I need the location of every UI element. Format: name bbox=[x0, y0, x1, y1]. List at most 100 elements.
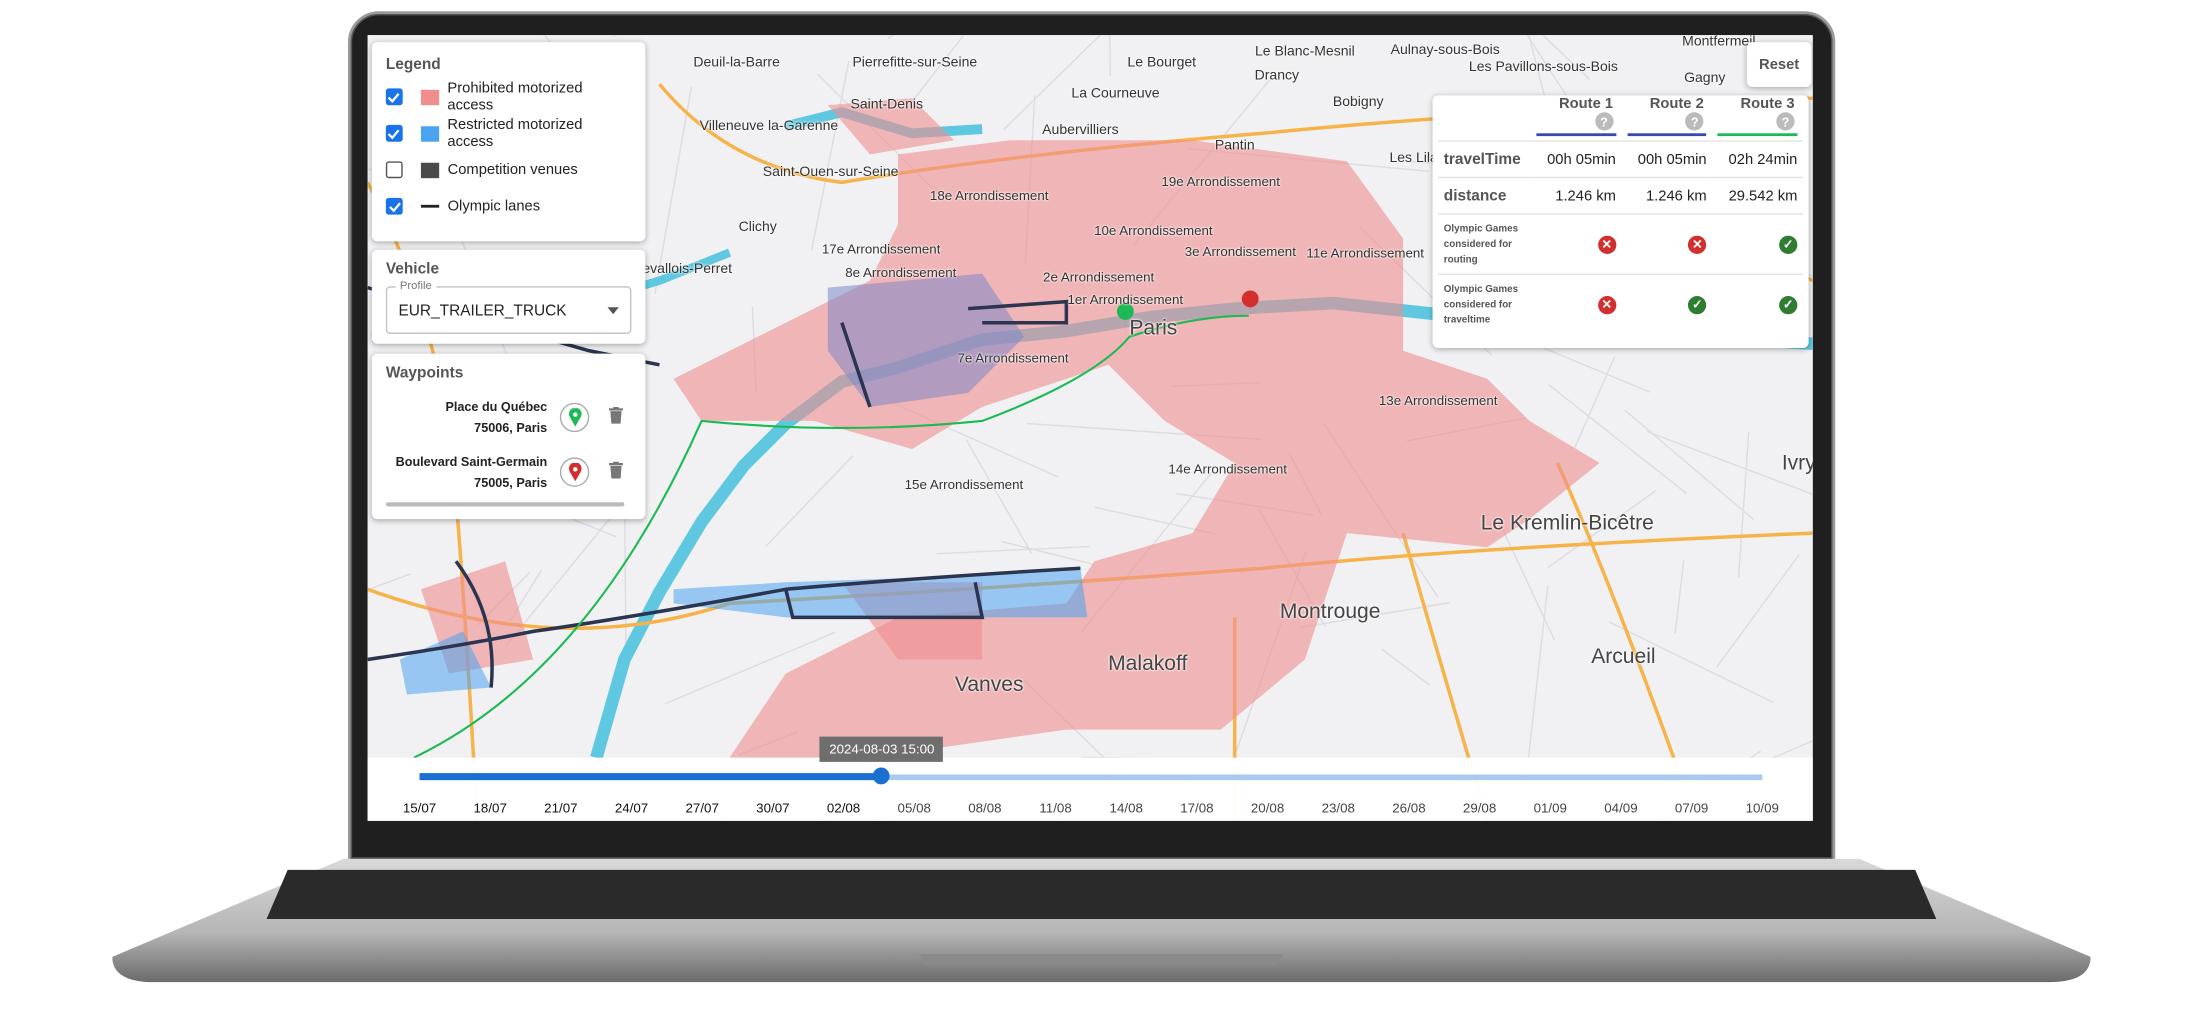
map-label-montrouge: Montrouge bbox=[1280, 600, 1381, 624]
timeline-panel bbox=[368, 758, 1813, 821]
route-name: Route 2 bbox=[1650, 95, 1704, 112]
map-label-vanves: Vanves bbox=[955, 673, 1024, 697]
map-label-a7: 7e Arrondissement bbox=[957, 351, 1068, 366]
route-column-header[interactable]: Route 2 ? bbox=[1622, 95, 1713, 141]
legend-checkbox[interactable] bbox=[386, 198, 403, 215]
profile-value: EUR_TRAILER_TRUCK bbox=[398, 303, 566, 320]
legend-label: Competition venues bbox=[448, 161, 578, 178]
table-row: travelTime 00h 05min 00h 05min 02h 24min bbox=[1438, 141, 1803, 177]
green-pin-icon[interactable] bbox=[560, 403, 589, 432]
reset-label: Reset bbox=[1759, 56, 1799, 73]
waypoint-item: Place du Québec 75006, Paris bbox=[386, 390, 632, 445]
map-label-ivry: Ivry bbox=[1782, 451, 1813, 475]
legend-item[interactable]: Restricted motorized access bbox=[386, 115, 632, 151]
map-label-courneuve: La Courneuve bbox=[1071, 86, 1159, 101]
waypoints-scrollbar[interactable] bbox=[386, 502, 625, 506]
red-pin-icon[interactable] bbox=[560, 457, 589, 486]
vehicle-panel: Vehicle Profile EUR_TRAILER_TRUCK bbox=[372, 250, 646, 344]
check-circle-icon: ✓ bbox=[1779, 296, 1797, 314]
map-label-levallois: Levallois-Perret bbox=[635, 262, 732, 277]
map-label-saintdenis: Saint-Denis bbox=[850, 98, 923, 113]
legend-checkbox[interactable] bbox=[386, 88, 403, 105]
vehicle-title: Vehicle bbox=[386, 261, 632, 278]
chevron-down-icon bbox=[608, 307, 619, 320]
map-label-a3: 3e Arrondissement bbox=[1185, 245, 1296, 260]
app-screen: Deuil-la-Barre Pierrefitte-sur-Seine Le Bo… bbox=[368, 35, 1813, 821]
x-circle-icon: ✕ bbox=[1598, 235, 1616, 253]
row-label: Olympic Games considered for traveltime bbox=[1438, 274, 1531, 334]
map-label-a2: 2e Arrondissement bbox=[1043, 270, 1154, 285]
legend-checkbox[interactable] bbox=[386, 125, 403, 142]
map-label-a17: 17e Arrondissement bbox=[822, 242, 941, 257]
legend-checkbox[interactable] bbox=[386, 161, 403, 178]
map-label-a1: 1er Arrondissement bbox=[1067, 293, 1183, 308]
help-icon[interactable]: ? bbox=[1686, 112, 1704, 130]
map-label-a11: 11e Arrondissement bbox=[1306, 246, 1424, 261]
waypoint-city: 75006, Paris bbox=[386, 417, 547, 438]
route-value: 1.246 km bbox=[1622, 177, 1713, 213]
pink-swatch bbox=[421, 89, 439, 104]
legend-title: Legend bbox=[386, 56, 632, 73]
help-icon[interactable]: ? bbox=[1595, 112, 1613, 130]
reset-button[interactable]: Reset bbox=[1747, 42, 1812, 87]
profile-label: Profile bbox=[396, 279, 436, 292]
help-icon[interactable]: ? bbox=[1776, 112, 1794, 130]
legend-panel: Legend Prohibited motorized access Restri… bbox=[372, 42, 646, 241]
map-label-aubervilliers: Aubervilliers bbox=[1042, 123, 1118, 138]
x-circle-icon: ✕ bbox=[1598, 296, 1616, 314]
row-label: distance bbox=[1438, 177, 1531, 213]
x-circle-icon: ✕ bbox=[1688, 235, 1706, 253]
trash-icon[interactable] bbox=[609, 460, 623, 485]
legend-label: Prohibited motorized access bbox=[447, 80, 631, 114]
waypoint-name: Place du Québec bbox=[386, 396, 547, 417]
waypoints-title: Waypoints bbox=[386, 365, 632, 382]
waypoint-name: Boulevard Saint-Germain bbox=[386, 451, 547, 472]
map-label-bourget: Le Bourget bbox=[1127, 55, 1196, 70]
table-row: Olympic Games considered for traveltime ✕… bbox=[1438, 274, 1803, 334]
map-label-pavillons: Les Pavillons-sous-Bois bbox=[1469, 60, 1618, 75]
trash-icon[interactable] bbox=[609, 405, 623, 430]
legend-item[interactable]: Competition venues bbox=[386, 152, 632, 188]
waypoint-item: Boulevard Saint-Germain 75005, Paris bbox=[386, 445, 632, 500]
dark-swatch bbox=[421, 162, 439, 177]
profile-select[interactable]: Profile EUR_TRAILER_TRUCK bbox=[386, 286, 632, 334]
route-value: 1.246 km bbox=[1531, 177, 1622, 213]
map-label-a19: 19e Arrondissement bbox=[1161, 175, 1280, 190]
map-label-paris: Paris bbox=[1129, 316, 1177, 340]
map-label-a10: 10e Arrondissement bbox=[1094, 224, 1213, 239]
map-label-pierrefitte: Pierrefitte-sur-Seine bbox=[852, 55, 977, 70]
route-value: 29.542 km bbox=[1712, 177, 1803, 213]
legend-label: Olympic lanes bbox=[448, 198, 541, 215]
route-column-header[interactable]: Route 3 ? bbox=[1712, 95, 1803, 141]
map-label-a13: 13e Arrondissement bbox=[1379, 394, 1498, 409]
route-value: 00h 05min bbox=[1622, 141, 1713, 177]
map-label-aulnay: Aulnay-sous-Bois bbox=[1391, 43, 1500, 58]
legend-item[interactable]: Olympic lanes bbox=[386, 188, 632, 224]
map-label-a14: 14e Arrondissement bbox=[1168, 462, 1287, 477]
route-name: Route 1 bbox=[1559, 95, 1613, 112]
legend-item[interactable]: Prohibited motorized access bbox=[386, 79, 632, 115]
map-label-pantin: Pantin bbox=[1215, 138, 1255, 153]
map-label-kremlin: Le Kremlin-Bicêtre bbox=[1481, 511, 1654, 535]
check-circle-icon: ✓ bbox=[1779, 235, 1797, 253]
map-label-montfermeil: Montfermeil bbox=[1682, 35, 1755, 50]
laptop-base bbox=[112, 859, 2090, 985]
row-label: Olympic Games considered for routing bbox=[1438, 214, 1531, 274]
route-column-header[interactable]: Route 1 ? bbox=[1531, 95, 1622, 141]
map-label-a18: 18e Arrondissement bbox=[930, 189, 1049, 204]
waypoint-city: 75005, Paris bbox=[386, 472, 547, 493]
map-label-clichy: Clichy bbox=[739, 220, 777, 235]
route-value: 00h 05min bbox=[1531, 141, 1622, 177]
row-label: travelTime bbox=[1438, 141, 1531, 177]
route-name: Route 3 bbox=[1741, 95, 1795, 112]
line-icon bbox=[421, 205, 439, 207]
map-label-gagny: Gagny bbox=[1684, 71, 1725, 86]
map-label-deuil: Deuil-la-Barre bbox=[693, 55, 780, 70]
table-row: distance 1.246 km 1.246 km 29.542 km bbox=[1438, 177, 1803, 213]
map-label-villeneuve: Villeneuve la-Garenne bbox=[700, 119, 839, 134]
check-circle-icon: ✓ bbox=[1688, 296, 1706, 314]
map-label-a15: 15e Arrondissement bbox=[905, 478, 1024, 493]
map-label-drancy: Drancy bbox=[1255, 68, 1299, 83]
route-value: 02h 24min bbox=[1712, 141, 1803, 177]
waypoints-panel: Waypoints Place du Québec 75006, Paris Bou… bbox=[372, 354, 646, 520]
